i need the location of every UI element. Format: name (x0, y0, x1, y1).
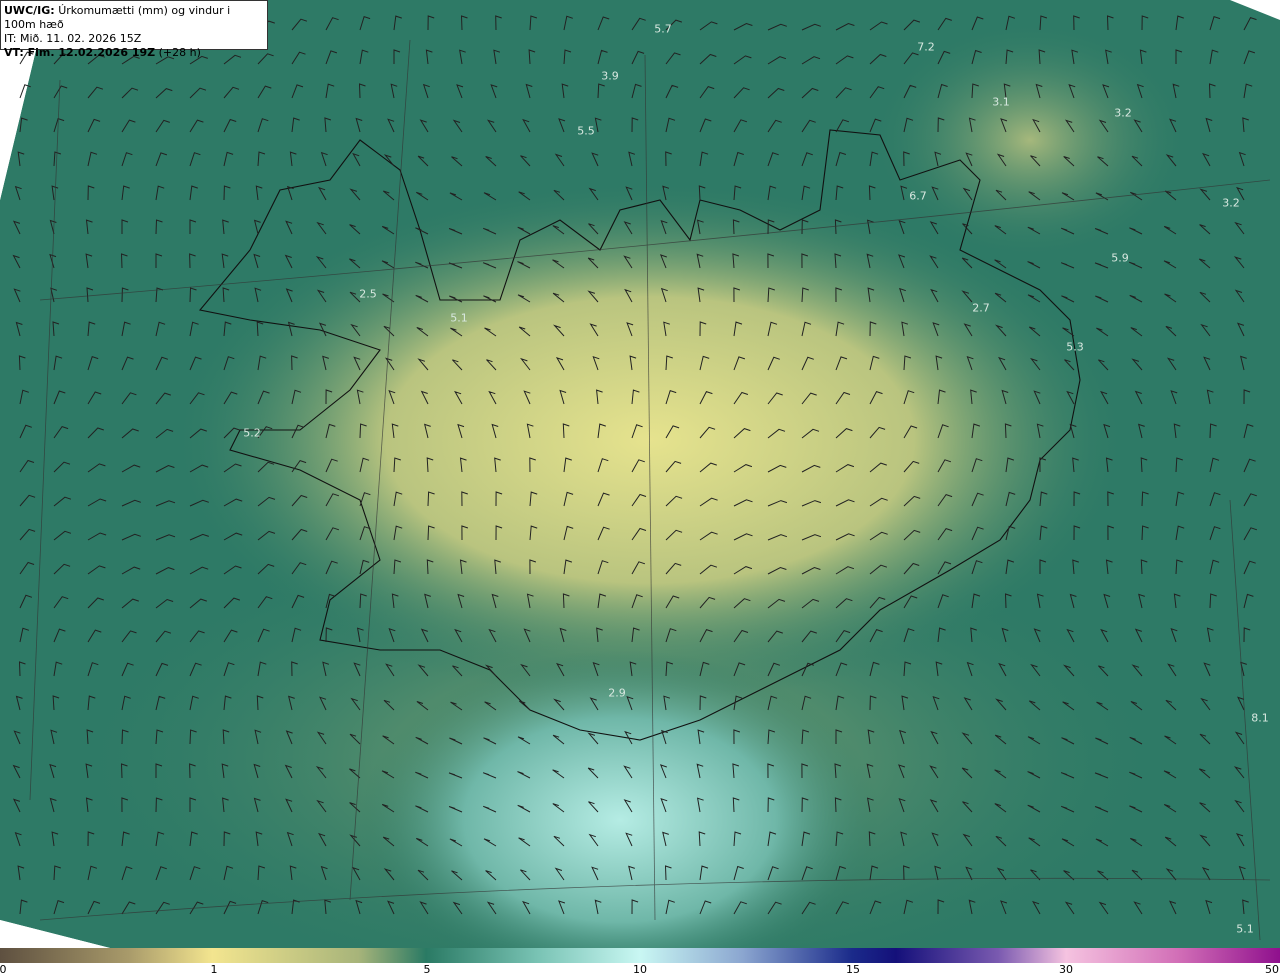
colorbar-tick: 30 (1059, 963, 1073, 976)
model-label: UWC/IG: (4, 4, 55, 17)
valid-time: VT: Fim. 12.02.2026 19Z (4, 46, 156, 59)
map-value-label: 5.1 (450, 311, 468, 325)
map-value-label: 2.5 (359, 287, 377, 301)
map-value-label: 2.9 (608, 686, 626, 700)
map-value-label: 3.2 (1114, 106, 1132, 120)
colorbar (0, 948, 1280, 963)
initial-time: IT: Mið. 11. 02. 2026 15Z (4, 32, 142, 45)
colorbar-tick: 0 (0, 963, 7, 976)
colorbar-tick: 10 (633, 963, 647, 976)
map-value-label: 3.2 (1222, 196, 1240, 210)
map-value-label: 7.2 (917, 40, 935, 54)
map-value-label: 5.5 (577, 124, 595, 138)
map-value-label: 5.2 (243, 426, 261, 440)
lead-time: (+28 h) (158, 46, 201, 59)
colorbar-ticks: 0 1 5 10 15 30 50 (0, 963, 1280, 978)
colorbar-tick: 1 (210, 963, 218, 976)
map-value-label: 8.1 (1251, 711, 1269, 725)
map-value-label: 5.9 (1111, 251, 1129, 265)
colorbar-tick: 15 (846, 963, 860, 976)
map-value-label: 5.7 (654, 22, 672, 36)
map-value-label: 6.7 (909, 189, 927, 203)
map-value-label: 3.1 (992, 95, 1010, 109)
map-value-label: 3.9 (601, 69, 619, 83)
colorbar-tick: 50 (1265, 963, 1279, 976)
map-value-label: 2.7 (972, 301, 990, 315)
precipitation-map (0, 0, 1280, 948)
colorbar-tick: 5 (423, 963, 431, 976)
map-info-box: UWC/IG: Úrkomumætti (mm) og vindur i 100… (0, 0, 268, 59)
map-value-label: 5.1 (1236, 922, 1254, 936)
map-value-label: 5.3 (1066, 340, 1084, 354)
